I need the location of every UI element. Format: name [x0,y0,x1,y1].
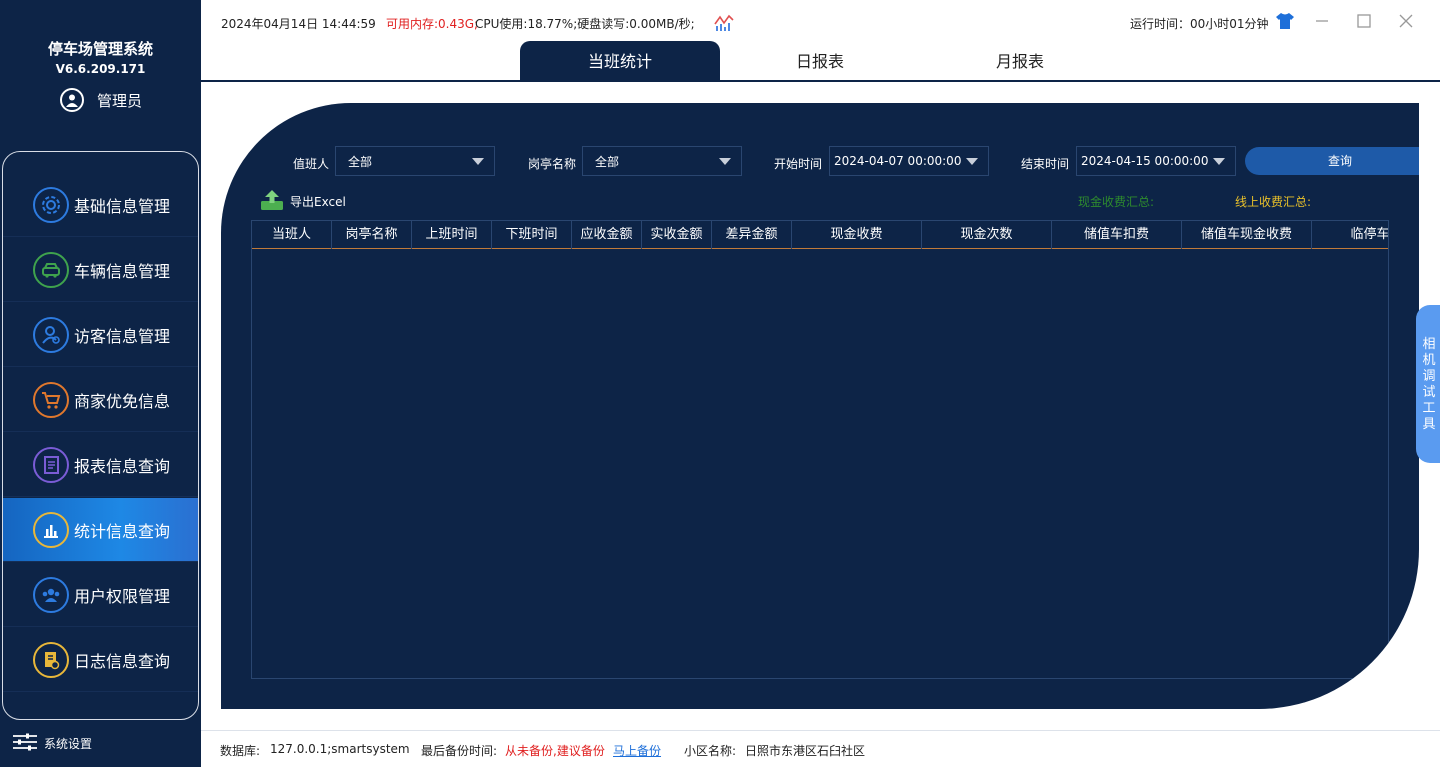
community-value: 日照市东港区石臼社区 [745,744,866,758]
column-header[interactable]: 现金次数 [922,221,1052,249]
chart-icon [33,511,69,548]
app-version: V6.6.209.171 [55,62,146,76]
upload-icon [260,189,284,214]
system-settings-button[interactable]: 系统设置 [12,732,92,755]
column-header[interactable]: 下班时间 [492,221,572,249]
tab-monthly-report[interactable]: 月报表 [920,41,1120,82]
table-header: 当班人 岗亭名称 上班时间 下班时间 应收金额 实收金额 差异金额 现金收费 现… [252,221,1388,249]
column-header[interactable]: 现金收费 [792,221,922,249]
camera-debug-tool-label: 相机调试工具 [1422,337,1436,432]
duty-value: 全部 [348,154,373,169]
chevron-down-icon [719,158,731,165]
booth-select[interactable]: 全部 [582,146,742,176]
user-info[interactable]: 管理员 [60,88,142,112]
sidebar-item-label: 商家优免信息 [74,391,171,411]
skin-icon[interactable] [1275,12,1295,33]
minimize-button[interactable] [1313,12,1331,30]
chevron-down-icon [472,158,484,165]
user-name: 管理员 [97,91,143,110]
sidebar-item-label: 统计信息查询 [74,521,171,541]
sidebar-item-report-query[interactable]: 报表信息查询 [3,433,198,497]
cash-summary: 现金收费汇总: [1078,195,1155,209]
chevron-down-icon [1213,158,1225,165]
cart-icon [33,381,69,418]
end-time-value: 2024-04-15 00:00:00 [1081,154,1209,168]
users-icon [33,576,69,613]
database-label: 数据库: [220,744,261,758]
column-header[interactable]: 应收金额 [572,221,642,249]
top-bar: 2024年04月14日 14:44:59 可用内存:0.43G; CPU使用:1… [201,0,1440,82]
backup-status: 从未备份,建议备份 [505,744,605,758]
backup-time-label: 最后备份时间: [421,744,498,758]
duty-label: 值班人 [293,157,330,171]
user-icon [60,88,84,112]
close-button[interactable] [1397,12,1415,30]
sidebar-item-vehicle-info[interactable]: 车辆信息管理 [3,238,198,302]
column-header[interactable]: 临停车收 [1312,221,1388,249]
column-header[interactable]: 储值车扣费 [1052,221,1182,249]
report-icon [33,446,69,483]
performance-chart-icon[interactable] [714,14,734,35]
booth-label: 岗亭名称 [528,157,577,171]
sidebar-item-label: 报表信息查询 [74,456,171,476]
sidebar-item-label: 用户权限管理 [74,586,171,606]
sidebar: 停车场管理系统 V6.6.209.171 管理员 基础信息管理 车辆信息管理 访… [0,0,201,767]
sidebar-item-merchant-discount[interactable]: 商家优免信息 [3,368,198,432]
nav-menu: 基础信息管理 车辆信息管理 访客信息管理 商家优免信息 报表信息查询 统计信息查… [2,151,199,720]
duty-select[interactable]: 全部 [335,146,495,176]
start-time-value: 2024-04-07 00:00:00 [834,154,962,168]
memory-status: 可用内存:0.43G; [386,17,479,31]
column-header[interactable]: 当班人 [252,221,332,249]
maximize-button[interactable] [1355,12,1373,30]
sidebar-item-user-permissions[interactable]: 用户权限管理 [3,563,198,627]
start-time-picker[interactable]: 2024-04-07 00:00:00 [829,146,989,176]
sidebar-item-label: 基础信息管理 [74,196,171,216]
sidebar-item-label: 日志信息查询 [74,651,171,671]
column-header[interactable]: 储值车现金收费 [1182,221,1312,249]
statistics-panel: 值班人 全部 岗亭名称 全部 开始时间 2024-04-07 00:00:00 … [221,103,1419,709]
status-bar: 数据库: 127.0.0.1;smartsystem 最后备份时间: 从未备份,… [201,730,1440,767]
query-button[interactable]: 查询 [1245,147,1419,175]
statistics-table[interactable]: 当班人 岗亭名称 上班时间 下班时间 应收金额 实收金额 差异金额 现金收费 现… [251,220,1389,679]
tab-bar: 当班统计 日报表 月报表 [520,41,1120,82]
column-header[interactable]: 差异金额 [712,221,792,249]
log-icon [33,641,69,678]
community-label: 小区名称: [684,744,737,758]
chevron-down-icon [966,158,978,165]
column-header[interactable]: 上班时间 [412,221,492,249]
backup-now-link[interactable]: 马上备份 [613,742,661,759]
sidebar-item-log-query[interactable]: 日志信息查询 [3,628,198,692]
sidebar-item-visitor-info[interactable]: 访客信息管理 [3,303,198,367]
tab-shift-statistics[interactable]: 当班统计 [520,41,720,82]
runtime-status: 运行时间：00小时01分钟 [1130,17,1269,31]
column-header[interactable]: 实收金额 [642,221,712,249]
sidebar-item-basic-info[interactable]: 基础信息管理 [3,173,198,237]
settings-label: 系统设置 [44,737,93,751]
camera-debug-tool-button[interactable]: 相机调试工具 [1416,305,1440,463]
online-summary: 线上收费汇总: [1235,195,1312,209]
gear-icon [33,186,69,223]
start-time-label: 开始时间 [774,157,823,171]
column-header[interactable]: 岗亭名称 [332,221,412,249]
sidebar-item-statistics-query[interactable]: 统计信息查询 [3,498,198,562]
export-excel-button[interactable]: 导出Excel [260,189,346,214]
tab-daily-report[interactable]: 日报表 [720,41,920,82]
export-label: 导出Excel [290,195,346,209]
sidebar-item-label: 车辆信息管理 [74,261,171,281]
sidebar-item-label: 访客信息管理 [74,326,171,346]
current-datetime: 2024年04月14日 14:44:59 [221,17,376,31]
booth-value: 全部 [595,154,620,169]
database-value: 127.0.0.1;smartsystem [270,742,410,756]
visitor-icon [33,316,69,353]
car-icon [33,251,69,288]
app-title: 停车场管理系统 [47,40,153,58]
end-time-picker[interactable]: 2024-04-15 00:00:00 [1076,146,1236,176]
end-time-label: 结束时间 [1021,157,1070,171]
sliders-icon [12,732,38,755]
cpu-disk-status: CPU使用:18.77%;硬盘读写:0.00MB/秒; [475,17,695,31]
